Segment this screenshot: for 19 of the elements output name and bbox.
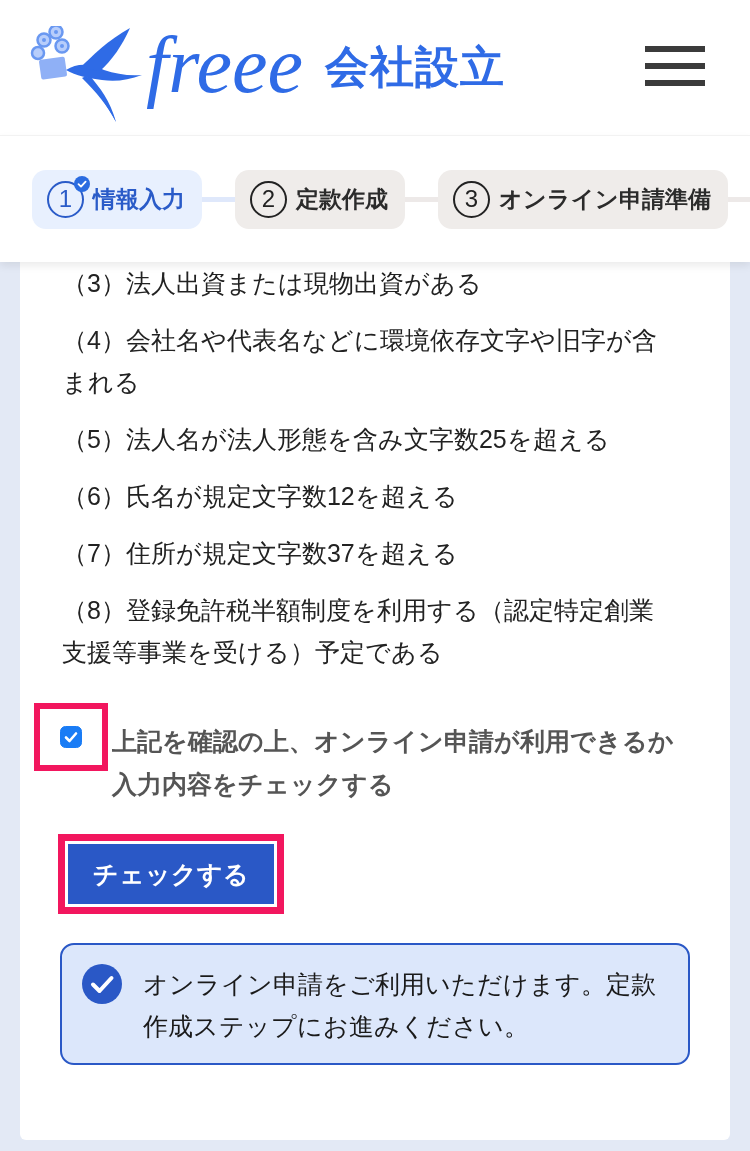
condition-text: （8）登録免許税半額制度を利用する（認定特定創業支援等事業を受ける）予定である: [62, 595, 655, 668]
condition-text: （3）法人出資または現物出資がある: [62, 268, 483, 299]
check-button[interactable]: チェックする: [68, 844, 274, 904]
check-circle-icon: [82, 964, 122, 1004]
checkbox-label: 上記を確認の上、オンライン申請が利用できるか入力内容をチェックする: [112, 726, 675, 800]
condition-text: （6）氏名が規定文字数12を超える: [62, 481, 459, 512]
step-number: 3: [453, 180, 490, 218]
step-connector: [202, 196, 235, 202]
step-tab[interactable]: 2 定款作成: [235, 169, 405, 229]
step-tab[interactable]: 3 オンライン申請準備: [438, 169, 728, 229]
step-number: 2: [250, 180, 287, 218]
checkbox[interactable]: [60, 726, 82, 748]
logo-subtitle: 会社設立: [324, 41, 505, 93]
result-message-text: オンライン申請をご利用いただけます。定款作成ステップにお進みください。: [143, 969, 657, 1042]
condition-text: （7）住所が規定文字数37を超える: [62, 538, 459, 569]
menu-icon[interactable]: [645, 45, 705, 86]
condition-text: （4）会社名や代表名などに環境依存文字や旧字が含まれる: [62, 325, 658, 398]
step-tab[interactable]: 1 情報入力: [32, 169, 202, 229]
condition-text: （5）法人名が法人形態を含み文字数25を超える: [62, 424, 611, 455]
